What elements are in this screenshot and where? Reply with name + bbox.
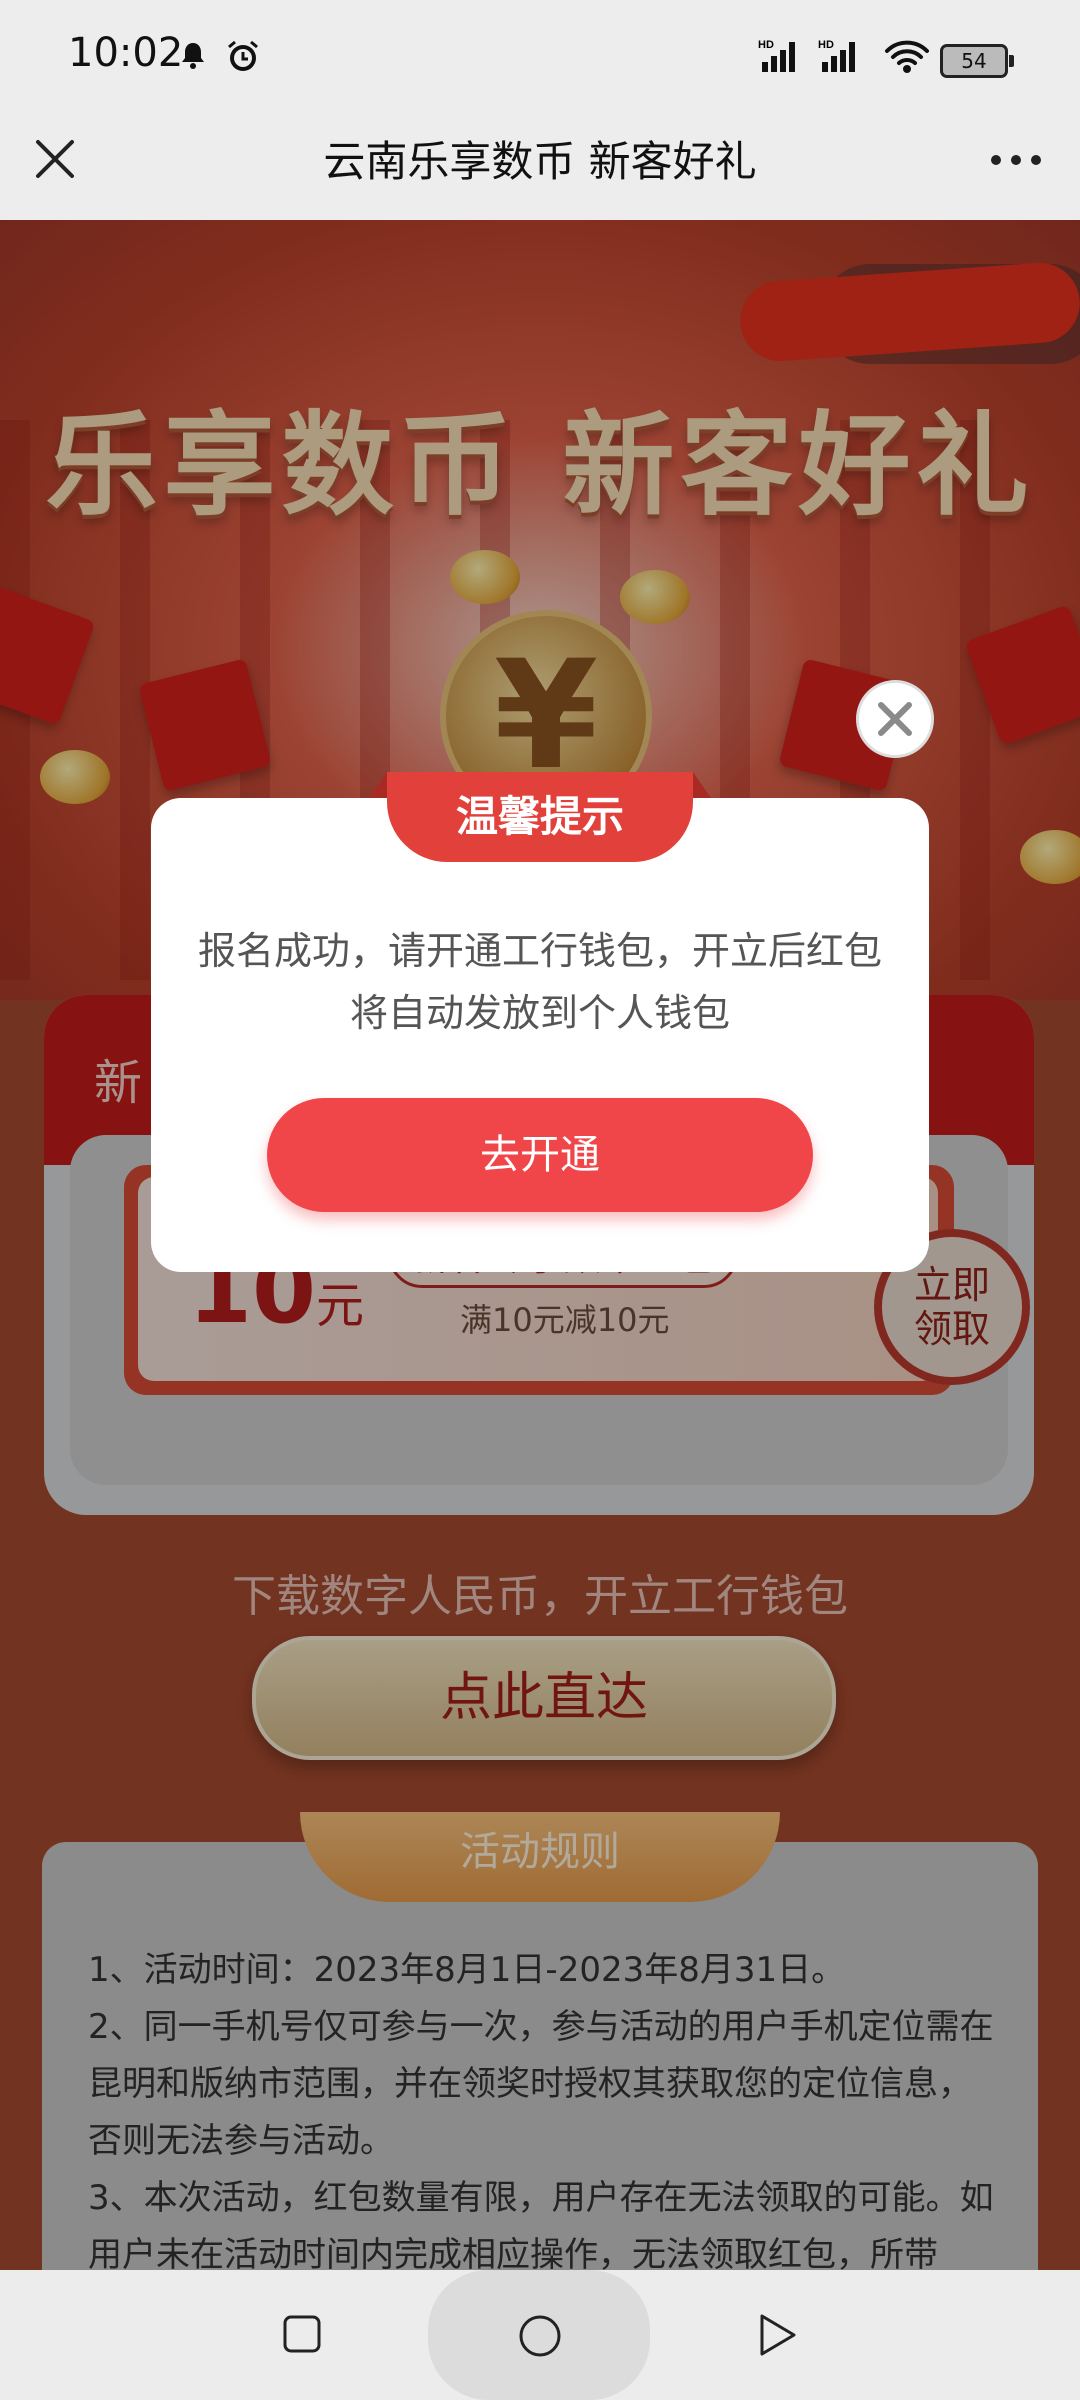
back-icon[interactable] (756, 2312, 798, 2358)
svg-text:HD: HD (818, 39, 834, 51)
system-nav-bar (0, 2270, 1080, 2400)
dialog-close-icon[interactable] (856, 680, 934, 758)
bell-icon (182, 43, 204, 69)
status-time: 10:02 (68, 30, 184, 76)
signal-icon: HD (758, 39, 795, 72)
dialog-message: 报名成功，请开通工行钱包，开立后红包将自动发放到个人钱包 (197, 929, 882, 1035)
open-wallet-button[interactable]: 去开通 (267, 1098, 813, 1212)
app-title-bar: 云南乐享数币 新客好礼 (0, 110, 1080, 220)
page-title: 云南乐享数币 新客好礼 (323, 137, 757, 186)
status-bar: 10:02 HD HD 54 (0, 0, 1080, 110)
alarm-icon (228, 40, 258, 71)
more-options-icon[interactable] (988, 150, 1044, 170)
signal-icon: HD (818, 39, 855, 72)
svg-text:HD: HD (758, 39, 774, 51)
dialog-title: 温馨提示 (369, 772, 711, 862)
battery-indicator: 54 (940, 44, 1014, 78)
wifi-icon (885, 40, 929, 73)
notice-dialog: 温馨提示 报名成功，请开通工行钱包，开立后红包将自动发放到个人钱包 去开通 (151, 772, 929, 1272)
home-icon[interactable] (518, 2314, 562, 2358)
recent-apps-icon[interactable] (282, 2314, 322, 2354)
